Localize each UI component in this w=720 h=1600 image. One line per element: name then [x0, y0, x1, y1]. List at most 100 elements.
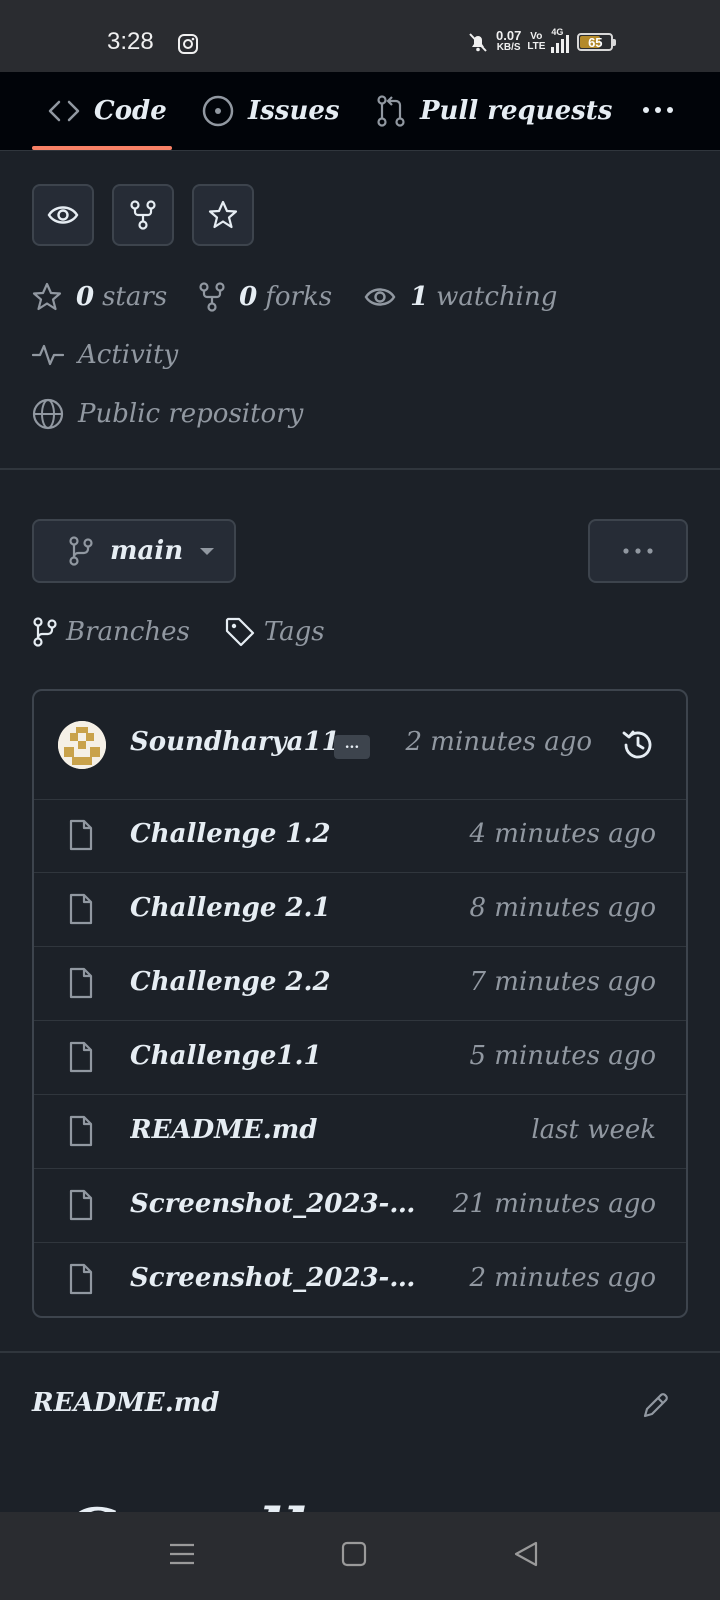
file-time: 8 minutes ago	[469, 893, 656, 923]
file-row[interactable]: Challenge 1.2 4 minutes ago	[34, 799, 686, 873]
forks-stat[interactable]: 0 forks	[199, 282, 332, 312]
star-icon	[208, 200, 238, 230]
more-options-button[interactable]	[588, 519, 688, 583]
file-row[interactable]: Challenge 2.2 7 minutes ago	[34, 947, 686, 1021]
mute-notifications-icon	[466, 30, 490, 54]
battery-level: 65	[588, 35, 603, 50]
network-type: 4G	[551, 27, 564, 37]
file-name[interactable]: Challenge 1.2	[130, 819, 331, 849]
globe-icon	[32, 398, 64, 430]
volte-indicator: Vo LTE	[527, 31, 546, 52]
menu-nav-button[interactable]	[168, 1540, 196, 1568]
stars-count: 0	[76, 282, 95, 312]
file-time: 7 minutes ago	[469, 967, 656, 997]
ellipsis-icon	[620, 546, 656, 556]
file-name[interactable]: Screenshot_2023-09-...	[130, 1189, 430, 1219]
more-tabs-button[interactable]	[638, 100, 678, 120]
tab-pull-requests[interactable]: Pull requests	[376, 72, 612, 150]
file-row[interactable]: Screenshot_2023-09-... 21 minutes ago	[34, 1169, 686, 1243]
status-bar: 3:28 0.07 KB/S Vo LTE 4G 65	[0, 0, 720, 72]
file-icon	[68, 1041, 94, 1073]
net-speed-unit: KB/S	[496, 42, 521, 53]
system-nav-bar	[0, 1512, 720, 1600]
watch-button[interactable]	[32, 184, 94, 246]
forks-count: 0	[239, 282, 258, 312]
file-icon	[68, 893, 94, 925]
file-time: 2 minutes ago	[469, 1263, 656, 1293]
fork-icon	[199, 282, 225, 312]
pull-request-icon	[376, 95, 406, 127]
fork-icon	[130, 200, 156, 230]
file-row[interactable]: README.md last week	[34, 1095, 686, 1169]
file-icon	[68, 1189, 94, 1221]
file-icon	[68, 1263, 94, 1295]
eye-icon	[364, 286, 396, 308]
pulse-icon	[32, 342, 64, 368]
signal-icon: 4G	[551, 27, 570, 53]
instagram-icon	[177, 33, 199, 55]
branches-tags-row: Branches Tags	[32, 616, 359, 648]
tab-label: Code	[94, 96, 167, 126]
file-time: last week	[531, 1115, 656, 1145]
file-name[interactable]: Challenge1.1	[130, 1041, 322, 1071]
commit-author[interactable]: Soundharya11	[130, 727, 340, 757]
file-icon	[68, 819, 94, 851]
tag-icon	[224, 616, 256, 648]
active-tab-indicator	[32, 146, 172, 150]
file-name[interactable]: README.md	[130, 1115, 317, 1145]
battery-icon: 65	[577, 33, 617, 51]
tags-link[interactable]: Tags	[224, 616, 325, 648]
commit-message-toggle[interactable]: ...	[334, 735, 370, 759]
tab-label: Pull requests	[420, 96, 613, 126]
tab-label: Issues	[248, 96, 340, 126]
file-name[interactable]: Challenge 2.1	[130, 893, 331, 923]
net-speed-value: 0.07	[496, 28, 522, 43]
branch-selector[interactable]: main	[32, 519, 236, 583]
avatar[interactable]	[58, 721, 106, 769]
branches-link[interactable]: Branches	[32, 617, 190, 647]
activity-label: Activity	[78, 340, 179, 370]
chevron-down-icon	[199, 546, 215, 556]
visibility-info: Public repository	[32, 398, 303, 430]
file-time: 5 minutes ago	[469, 1041, 656, 1071]
branches-label: Branches	[66, 617, 190, 647]
readme-title: README.md	[32, 1388, 220, 1418]
latest-commit[interactable]: Soundharya11 ... 2 minutes ago	[34, 691, 686, 800]
watching-count: 1	[410, 282, 429, 312]
visibility-label: Public repository	[78, 399, 304, 429]
repo-stats: 0 stars 0 forks 1 watching	[32, 282, 589, 312]
history-icon[interactable]	[620, 727, 656, 763]
file-time: 21 minutes ago	[452, 1189, 656, 1219]
file-name[interactable]: Challenge 2.2	[130, 967, 331, 997]
tab-issues[interactable]: Issues	[202, 72, 340, 150]
branch-name: main	[110, 536, 184, 566]
tab-code[interactable]: Code	[48, 72, 167, 150]
pencil-icon[interactable]	[640, 1389, 672, 1421]
back-nav-button[interactable]	[512, 1540, 540, 1568]
net-speed: 0.07 KB/S	[496, 28, 522, 54]
watching-label: watching	[436, 282, 558, 312]
stars-label: stars	[102, 282, 168, 312]
home-nav-button[interactable]	[340, 1540, 368, 1568]
file-row[interactable]: Challenge 2.1 8 minutes ago	[34, 873, 686, 947]
watching-stat[interactable]: 1 watching	[364, 282, 557, 312]
fork-button[interactable]	[112, 184, 174, 246]
file-row[interactable]: Challenge1.1 5 minutes ago	[34, 1021, 686, 1095]
forks-label: forks	[265, 282, 333, 312]
code-icon	[48, 98, 80, 124]
star-button[interactable]	[192, 184, 254, 246]
eye-icon	[47, 204, 79, 226]
commit-time: 2 minutes ago	[405, 727, 592, 757]
stars-stat[interactable]: 0 stars	[32, 282, 167, 312]
star-icon	[32, 282, 62, 312]
issue-icon	[202, 95, 234, 127]
divider	[0, 1351, 720, 1353]
repo-tab-bar: Code Issues Pull requests	[0, 72, 720, 151]
file-list: Soundharya11 ... 2 minutes ago Challenge…	[32, 689, 688, 1318]
file-icon	[68, 967, 94, 999]
activity-link[interactable]: Activity	[32, 340, 178, 370]
branch-icon	[32, 617, 58, 647]
file-name[interactable]: Screenshot_2023-09-2...	[130, 1263, 430, 1293]
file-icon	[68, 1115, 94, 1147]
file-row[interactable]: Screenshot_2023-09-2... 2 minutes ago	[34, 1243, 686, 1316]
